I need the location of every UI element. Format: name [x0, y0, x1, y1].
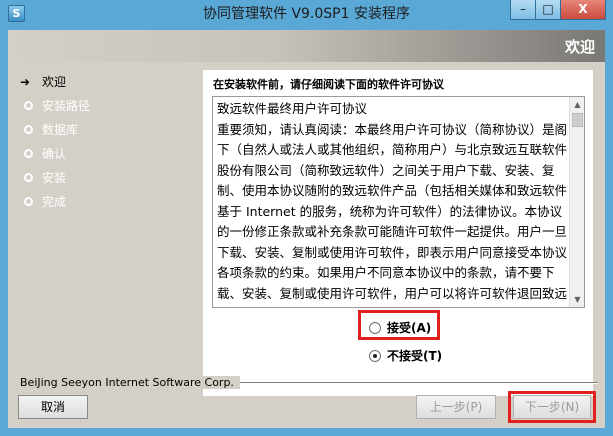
footer-divider: [228, 382, 598, 384]
circle-icon: [24, 125, 33, 134]
circle-icon: [24, 149, 33, 158]
cancel-button[interactable]: 取消: [18, 395, 88, 419]
license-text: 致远软件最终用户许可协议 重要须知，请认真阅读：本最终用户许可协议（简称协议）是…: [217, 101, 568, 307]
vertical-scrollbar[interactable]: ▲ ▼: [569, 97, 584, 307]
accept-highlight-box: [358, 310, 440, 340]
dialog-client-area: 欢迎 ➜ 欢迎 安装路径 数据库 确认 安装 完成 在安装软件前，请仔细阅读下面…: [8, 30, 605, 428]
license-panel: 在安装软件前，请仔细阅读下面的软件许可协议 致远软件最终用户许可协议 重要须知，…: [203, 70, 593, 396]
license-text-area[interactable]: 致远软件最终用户许可协议 重要须知，请认真阅读：本最终用户许可协议（简称协议）是…: [212, 96, 585, 308]
step-label: 完成: [42, 195, 67, 209]
circle-icon: [24, 197, 33, 206]
decline-radio-option[interactable]: 不接受(T): [367, 346, 442, 366]
license-heading: 在安装软件前，请仔细阅读下面的软件许可协议: [213, 78, 444, 91]
scrollbar-thumb[interactable]: [572, 113, 583, 127]
step-label: 数据库: [42, 123, 79, 137]
step-item-install-path: 安装路径: [18, 96, 198, 120]
installer-window: S 协同管理软件 V9.0SP1 安装程序 – □ X 欢迎 ➜ 欢迎 安装路径…: [0, 0, 613, 436]
circle-icon: [24, 101, 33, 110]
previous-button[interactable]: 上一步(P): [416, 395, 496, 419]
title-bar[interactable]: S 协同管理软件 V9.0SP1 安装程序 – □ X: [0, 0, 613, 28]
step-list: ➜ 欢迎 安装路径 数据库 确认 安装 完成: [18, 72, 198, 216]
step-label: 安装: [42, 171, 67, 185]
next-highlight-box: [508, 391, 596, 423]
step-item-finish: 完成: [18, 192, 198, 216]
scroll-up-arrow-icon[interactable]: ▲: [570, 97, 584, 112]
page-title: 欢迎: [564, 38, 595, 56]
scroll-down-arrow-icon[interactable]: ▼: [570, 292, 584, 307]
step-label: 安装路径: [42, 99, 91, 113]
close-button[interactable]: X: [560, 0, 606, 20]
step-label: 欢迎: [42, 75, 67, 89]
step-item-confirm: 确认: [18, 144, 198, 168]
step-item-install: 安装: [18, 168, 198, 192]
circle-icon: [24, 173, 33, 182]
decline-label: 不接受(T): [387, 349, 443, 363]
step-item-welcome: ➜ 欢迎: [18, 72, 198, 96]
step-label: 确认: [42, 147, 67, 161]
arrow-right-icon: ➜: [20, 75, 31, 89]
decline-radio[interactable]: [369, 350, 381, 362]
maximize-button[interactable]: □: [535, 0, 561, 20]
step-item-database: 数据库: [18, 120, 198, 144]
company-name: BeiJing Seeyon Internet Software Corp.: [20, 376, 240, 389]
header-banner: 欢迎: [8, 30, 605, 62]
minimize-button[interactable]: –: [510, 0, 536, 20]
